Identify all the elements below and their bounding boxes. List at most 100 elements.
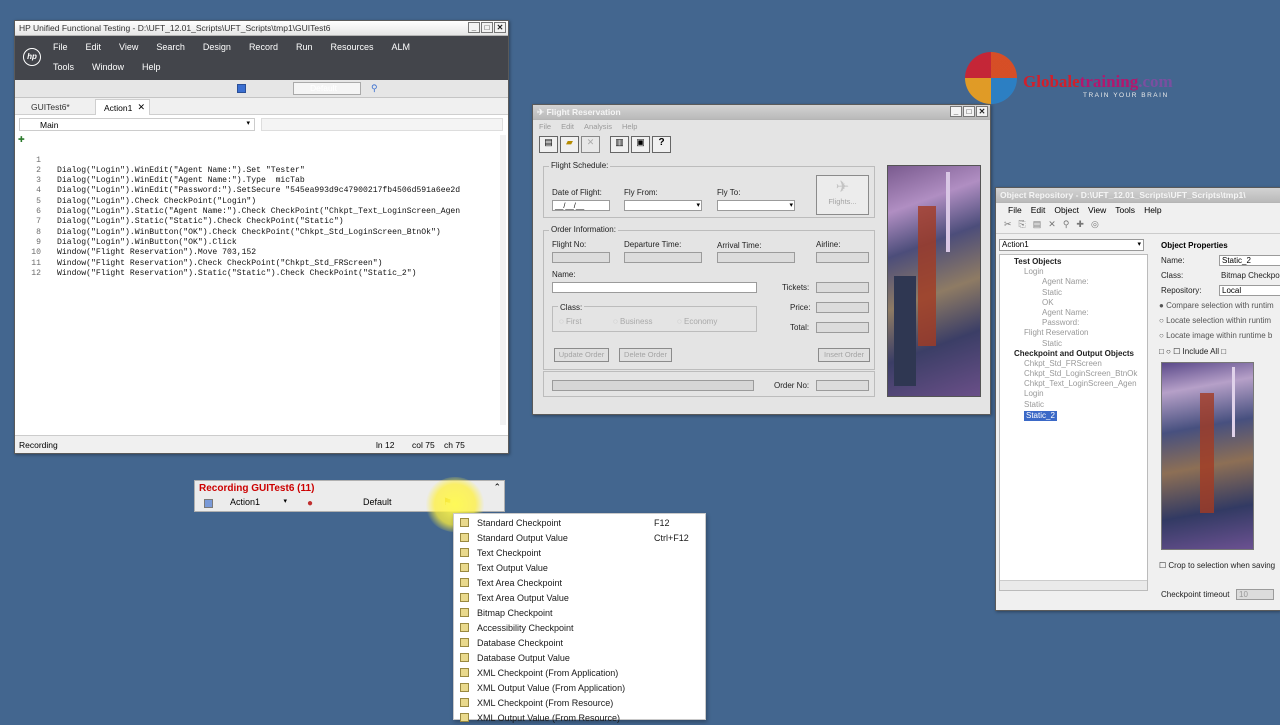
crop-checkbox[interactable]: ☐ Crop to selection when saving xyxy=(1159,561,1275,570)
minimize-button[interactable]: _ xyxy=(468,22,480,33)
menu-search[interactable]: Search xyxy=(156,42,185,52)
total-field[interactable] xyxy=(816,322,869,333)
order-no-field[interactable] xyxy=(816,380,869,391)
departure-time-field[interactable] xyxy=(624,252,702,263)
tree-node-test-objects[interactable]: Test Objects xyxy=(1014,257,1147,267)
tree-node-static-checkpoint[interactable]: Static xyxy=(1014,400,1147,410)
menu-alm[interactable]: ALM xyxy=(392,42,411,52)
menu-item-text-checkpoint[interactable]: Text Checkpoint xyxy=(454,545,705,560)
airline-field[interactable] xyxy=(816,252,869,263)
include-all[interactable]: □ ○ ☐ Include All □ xyxy=(1159,347,1226,356)
menu-item-text-area-output-value[interactable]: Text Area Output Value xyxy=(454,590,705,605)
tree-node-password[interactable]: Password: xyxy=(1014,318,1147,328)
stop-icon[interactable] xyxy=(237,84,246,93)
fly-to-select[interactable]: ▾ xyxy=(717,200,795,211)
menu-edit[interactable]: Edit xyxy=(561,122,574,131)
maximize-button[interactable]: □ xyxy=(481,22,493,33)
menu-object[interactable]: Object xyxy=(1054,205,1079,215)
menu-design[interactable]: Design xyxy=(203,42,231,52)
menu-analysis[interactable]: Analysis xyxy=(584,122,612,131)
tree-node-checkpoint-objects[interactable]: Checkpoint and Output Objects xyxy=(1014,349,1147,359)
maximize-button[interactable]: □ xyxy=(963,106,975,117)
pin-icon[interactable]: ⚲ xyxy=(371,83,378,94)
menu-item-accessibility-checkpoint[interactable]: Accessibility Checkpoint xyxy=(454,620,705,635)
timeout-field[interactable]: 10 xyxy=(1236,589,1274,600)
menu-item-xml-checkpoint-application[interactable]: XML Checkpoint (From Application) xyxy=(454,665,705,680)
tab-action1[interactable]: Action1 ✕ xyxy=(95,99,150,115)
name-input[interactable] xyxy=(552,282,757,293)
menu-tools[interactable]: Tools xyxy=(53,62,74,72)
name-field[interactable]: Static_2 xyxy=(1219,255,1280,266)
menu-file[interactable]: File xyxy=(1008,205,1022,215)
report-icon[interactable]: ▣ xyxy=(631,136,650,153)
option-compare[interactable]: ● Compare selection with runtim xyxy=(1159,301,1274,310)
insert-order-button[interactable]: Insert Order xyxy=(818,348,870,362)
collapse-icon[interactable]: ⌃ xyxy=(493,482,501,493)
close-button[interactable]: ✕ xyxy=(976,106,988,117)
menu-item-database-output-value[interactable]: Database Output Value xyxy=(454,650,705,665)
close-tab-icon[interactable]: ✕ xyxy=(137,102,145,113)
tree-node-static-2[interactable]: Static xyxy=(1014,339,1147,349)
action-combobox[interactable]: Action1 ▾ xyxy=(999,239,1144,251)
menu-help[interactable]: Help xyxy=(622,122,637,131)
tree-node-static[interactable]: Static xyxy=(1014,288,1147,298)
highlight-icon[interactable]: ◎ xyxy=(1091,219,1106,229)
menu-record[interactable]: Record xyxy=(249,42,278,52)
update-order-button[interactable]: Update Order xyxy=(554,348,609,362)
option-locate-image[interactable]: ○ Locate image within runtime b xyxy=(1159,331,1272,340)
menu-view[interactable]: View xyxy=(1088,205,1106,215)
delete-icon[interactable]: ✕ xyxy=(1048,219,1063,229)
fly-from-select[interactable]: ▾ xyxy=(624,200,702,211)
minimize-button[interactable]: _ xyxy=(950,106,962,117)
object-tree[interactable]: Test Objects Login Agent Name: Static OK… xyxy=(999,254,1148,591)
menu-help[interactable]: Help xyxy=(142,62,161,72)
tree-node-login-checkpoint[interactable]: Login xyxy=(1014,389,1147,399)
help-icon[interactable]: ? xyxy=(652,136,671,153)
radio-business[interactable]: ◌ Business xyxy=(613,317,652,326)
vertical-scrollbar[interactable] xyxy=(500,135,506,425)
paste-icon[interactable]: ▤ xyxy=(1033,219,1049,229)
close-button[interactable]: ✕ xyxy=(494,22,506,33)
copy-icon[interactable]: ⎘ xyxy=(1019,219,1033,229)
record-mode-icon[interactable]: ● xyxy=(307,498,313,509)
tree-node-flight-reservation[interactable]: Flight Reservation xyxy=(1014,328,1147,338)
menu-tools[interactable]: Tools xyxy=(1115,205,1135,215)
add-object-icon[interactable]: ✚ xyxy=(1076,219,1091,229)
menu-item-standard-checkpoint[interactable]: Standard Checkpoint F12 xyxy=(454,515,705,530)
open-order-icon[interactable]: ▰ xyxy=(560,136,579,153)
menu-item-standard-output-value[interactable]: Standard Output Value Ctrl+F12 xyxy=(454,530,705,545)
recbar-env-select[interactable]: Default xyxy=(345,496,409,509)
tree-node-login[interactable]: Login xyxy=(1014,267,1147,277)
menu-run[interactable]: Run xyxy=(296,42,313,52)
tree-node-static-2-selected[interactable]: Static_2 xyxy=(1024,410,1057,421)
menu-item-xml-output-value-application[interactable]: XML Output Value (From Application) xyxy=(454,680,705,695)
arrival-time-field[interactable] xyxy=(717,252,795,263)
menu-file[interactable]: File xyxy=(53,42,68,52)
menu-item-xml-output-value-resource[interactable]: XML Output Value (From Resource) xyxy=(454,710,705,725)
menu-edit[interactable]: Edit xyxy=(1031,205,1046,215)
new-order-icon[interactable]: ▤ xyxy=(539,136,558,153)
cut-icon[interactable]: ✂ xyxy=(1004,219,1019,229)
tickets-field[interactable] xyxy=(816,282,869,293)
flight-no-field[interactable] xyxy=(552,252,610,263)
menu-item-bitmap-checkpoint[interactable]: Bitmap Checkpoint xyxy=(454,605,705,620)
tree-node-agent-name-2[interactable]: Agent Name: xyxy=(1014,308,1147,318)
tree-node-agent-name[interactable]: Agent Name: xyxy=(1014,277,1147,287)
menu-edit[interactable]: Edit xyxy=(86,42,102,52)
graph-icon[interactable]: ▥ xyxy=(610,136,629,153)
environment-select[interactable]: Default xyxy=(293,82,361,95)
tree-node-chkpt-std-frscreen[interactable]: Chkpt_Std_FRScreen xyxy=(1014,359,1147,369)
code-editor[interactable]: Dialog("Login").WinEdit("Agent Name:").S… xyxy=(57,145,505,299)
price-field[interactable] xyxy=(816,302,869,313)
date-of-flight-input[interactable]: __/__/__ xyxy=(552,200,610,211)
menu-item-text-output-value[interactable]: Text Output Value xyxy=(454,560,705,575)
menu-resources[interactable]: Resources xyxy=(330,42,373,52)
menu-item-xml-checkpoint-resource[interactable]: XML Checkpoint (From Resource) xyxy=(454,695,705,710)
delete-icon[interactable]: ✕ xyxy=(581,136,600,153)
tree-node-ok[interactable]: OK xyxy=(1014,298,1147,308)
radio-economy[interactable]: ◌ Economy xyxy=(677,317,717,326)
tree-node-chkpt-text-loginscreen[interactable]: Chkpt_Text_LoginScreen_Agen xyxy=(1014,379,1147,389)
menu-view[interactable]: View xyxy=(119,42,138,52)
option-locate-selection[interactable]: ○ Locate selection within runtim xyxy=(1159,316,1271,325)
tab-guitest6[interactable]: GUITest6* xyxy=(31,102,70,112)
